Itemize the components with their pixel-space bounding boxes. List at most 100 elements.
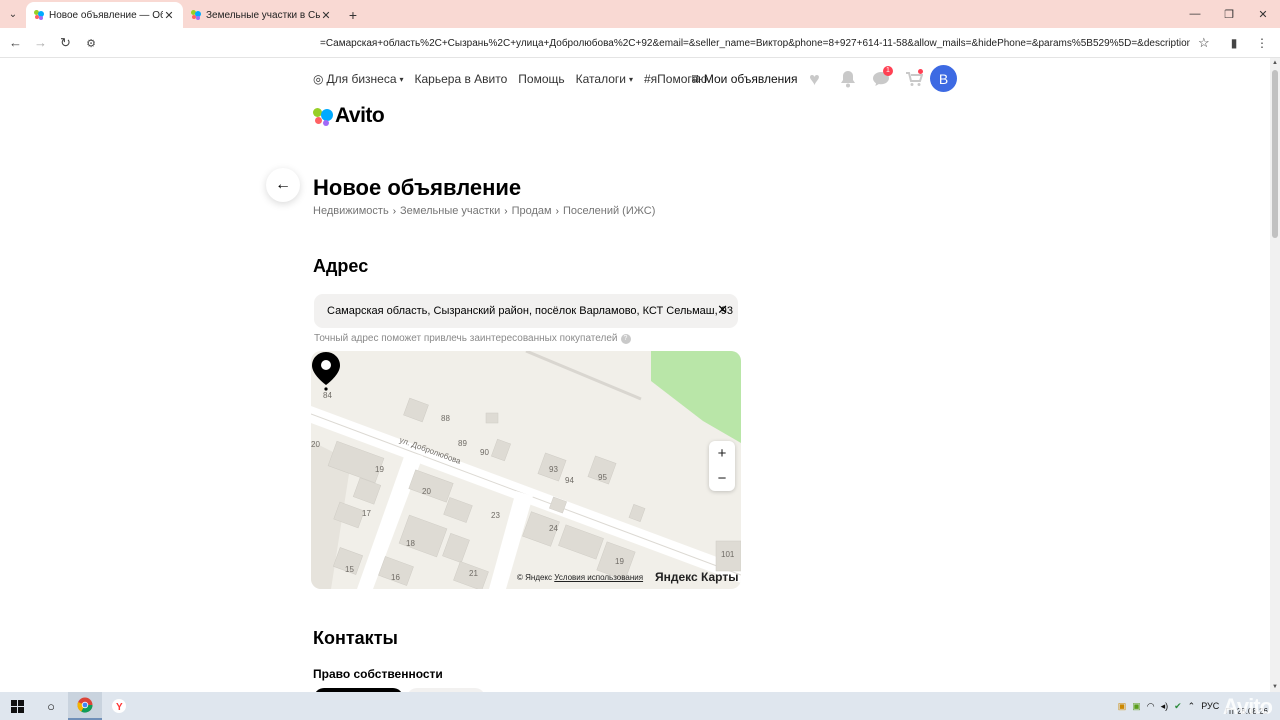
map-house-number: 84 [323, 391, 332, 400]
site-info-icon[interactable]: ⚙ [80, 37, 102, 50]
extension-icon[interactable]: ▮ [1224, 36, 1244, 50]
back-button[interactable]: ← [266, 168, 300, 202]
map-canvas: 84 88 89 90 93 94 95 20 19 17 20 23 24 1… [311, 351, 741, 589]
breadcrumb-item[interactable]: Продам › [512, 205, 563, 217]
browser-toolbar: ← → ↻ ⚙ =Самарская+область%2C+Сызрань%2C… [0, 28, 1280, 58]
avito-watermark: Avito [1222, 694, 1273, 719]
avito-favicon-icon [191, 10, 201, 20]
yandex-maps-logo[interactable]: Яндекс Карты [655, 570, 738, 584]
help-icon[interactable]: ? [620, 333, 631, 344]
scroll-thumb[interactable] [1272, 70, 1278, 238]
cart-dot [918, 69, 923, 74]
tray-volume-icon[interactable]: ◂) [1161, 701, 1169, 712]
breadcrumb-item[interactable]: Земельные участки › [400, 205, 512, 217]
tab-search-icon[interactable]: ⌄ [0, 0, 26, 28]
tab-title: Новое объявление — Объявл [49, 9, 163, 21]
map-house-number: 89 [458, 439, 467, 448]
address-heading: Адрес [313, 256, 369, 276]
nav-label: Для бизнеса [326, 72, 397, 86]
zoom-out-button[interactable]: − [709, 466, 735, 491]
top-nav: ◎ Для бизнеса ▾ Карьера в Авито Помощь К… [313, 68, 718, 90]
close-tab-icon[interactable]: ✕ [320, 9, 332, 22]
nav-label: Помощь [518, 72, 565, 86]
map-house-number: 24 [549, 524, 558, 533]
address-map[interactable]: 84 88 89 90 93 94 95 20 19 17 20 23 24 1… [311, 351, 741, 589]
map-house-number: 21 [469, 569, 478, 578]
chevron-down-icon: ▾ [628, 74, 633, 84]
new-tab-icon[interactable]: + [340, 2, 366, 28]
breadcrumb-label: Земельные участки [400, 205, 501, 217]
toolbar-right: ▮ ⋮ [1224, 28, 1272, 58]
breadcrumb-item[interactable]: Поселений (ИЖС) [563, 205, 655, 217]
nav-item-career[interactable]: Карьера в Авито [415, 72, 508, 86]
scroll-up-icon[interactable]: ▲ [1272, 60, 1278, 66]
chrome-icon[interactable] [68, 692, 102, 720]
breadcrumb-label: Недвижимость [313, 205, 389, 217]
address-value[interactable]: Самарская область, Сызранский район, пос… [327, 305, 733, 317]
zoom-in-button[interactable]: + [709, 441, 735, 466]
messages-icon[interactable]: 1 [864, 66, 897, 92]
browser-tab[interactable]: Земельные участки в Сызрани ✕ [183, 2, 340, 28]
breadcrumb-label: Поселений (ИЖС) [562, 205, 656, 217]
map-copyright: © Яндекс Условия использования [517, 573, 643, 582]
my-ads-icon: ⧉ [692, 72, 700, 85]
search-circle-icon[interactable]: ○ [34, 692, 68, 720]
breadcrumb-label: Продам [511, 205, 552, 217]
avatar[interactable]: В [930, 65, 957, 92]
close-window-icon[interactable]: ✕ [1246, 0, 1280, 28]
browser-tab-strip: ⌄ Новое объявление — Объявл ✕ Земельные … [0, 0, 1280, 28]
forward-arrow-icon[interactable]: → [28, 29, 53, 57]
map-house-number: 19 [615, 557, 624, 566]
menu-dots-icon[interactable]: ⋮ [1252, 36, 1272, 50]
browser-tab-active[interactable]: Новое объявление — Объявл ✕ [26, 2, 183, 28]
address-bar[interactable]: ⚙ =Самарская+область%2C+Сызрань%2C+улица… [80, 31, 1220, 55]
avito-logo[interactable]: Avito [313, 104, 385, 128]
address-input[interactable]: Самарская область, Сызранский район, пос… [314, 294, 738, 328]
ownership-label: Право собственности [313, 667, 443, 681]
yandex-browser-icon[interactable]: Y [102, 692, 136, 720]
map-terms-link[interactable]: Условия использования [554, 573, 643, 582]
tray-nvidia-icon[interactable]: ▣ [1132, 701, 1141, 712]
tray-app-icon[interactable]: ▣ [1118, 701, 1127, 712]
url-text[interactable]: =Самарская+область%2C+Сызрань%2C+улица+Д… [320, 38, 1190, 49]
favorites-heart-icon[interactable]: ♥ [798, 66, 831, 92]
my-ads-link[interactable]: ⧉ Мои объявления [692, 68, 797, 90]
page-title: Новое объявление [313, 175, 522, 200]
page-viewport: ◎ Для бизнеса ▾ Карьера в Авито Помощь К… [0, 58, 1270, 692]
close-tab-icon[interactable]: ✕ [163, 9, 175, 22]
windows-start-icon[interactable] [0, 692, 34, 720]
notifications-bell-icon[interactable] [831, 66, 864, 92]
messages-badge: 1 [883, 66, 893, 76]
cart-icon[interactable] [897, 66, 930, 92]
keyboard-language[interactable]: РУС [1201, 701, 1219, 711]
clear-address-icon[interactable]: ✕ [717, 302, 728, 318]
avito-favicon-icon [34, 10, 44, 20]
reload-icon[interactable]: ↻ [53, 29, 78, 57]
minimize-icon[interactable]: — [1178, 0, 1212, 28]
tray-wifi-icon[interactable]: ◠ [1147, 701, 1155, 712]
nav-item-help[interactable]: Помощь [518, 72, 564, 86]
chevron-right-icon: › [392, 205, 397, 217]
nav-item-business[interactable]: ◎ Для бизнеса ▾ [313, 72, 404, 86]
tray-security-icon[interactable]: ✔ [1174, 701, 1182, 712]
map-house-number: 17 [362, 509, 371, 518]
tray-show-hidden-icon[interactable]: ⌃ [1188, 701, 1196, 712]
map-house-number: 20 [422, 487, 431, 496]
bookmark-star-icon[interactable]: ☆ [1198, 35, 1210, 51]
page-scrollbar[interactable]: ▲ ▼ [1270, 58, 1280, 692]
location-pin-icon [312, 352, 340, 391]
logo-text: Avito [335, 104, 385, 127]
business-icon: ◎ [313, 72, 324, 86]
restore-icon[interactable]: ❐ [1212, 0, 1246, 28]
breadcrumb-item[interactable]: Недвижимость › [313, 205, 400, 217]
svg-text:Y: Y [116, 702, 123, 713]
copyright-text: © Яндекс [517, 573, 553, 582]
breadcrumb: Недвижимость › Земельные участки › Продам ›… [313, 205, 655, 217]
nav-item-catalogs[interactable]: Каталоги ▾ [576, 72, 633, 86]
chevron-right-icon: › [555, 205, 559, 217]
arrow-left-icon: ← [275, 176, 291, 193]
nav-label: Карьера в Авито [414, 72, 508, 86]
scroll-down-icon[interactable]: ▼ [1272, 684, 1278, 690]
map-house-number: 94 [565, 476, 574, 485]
back-arrow-icon[interactable]: ← [3, 29, 28, 57]
